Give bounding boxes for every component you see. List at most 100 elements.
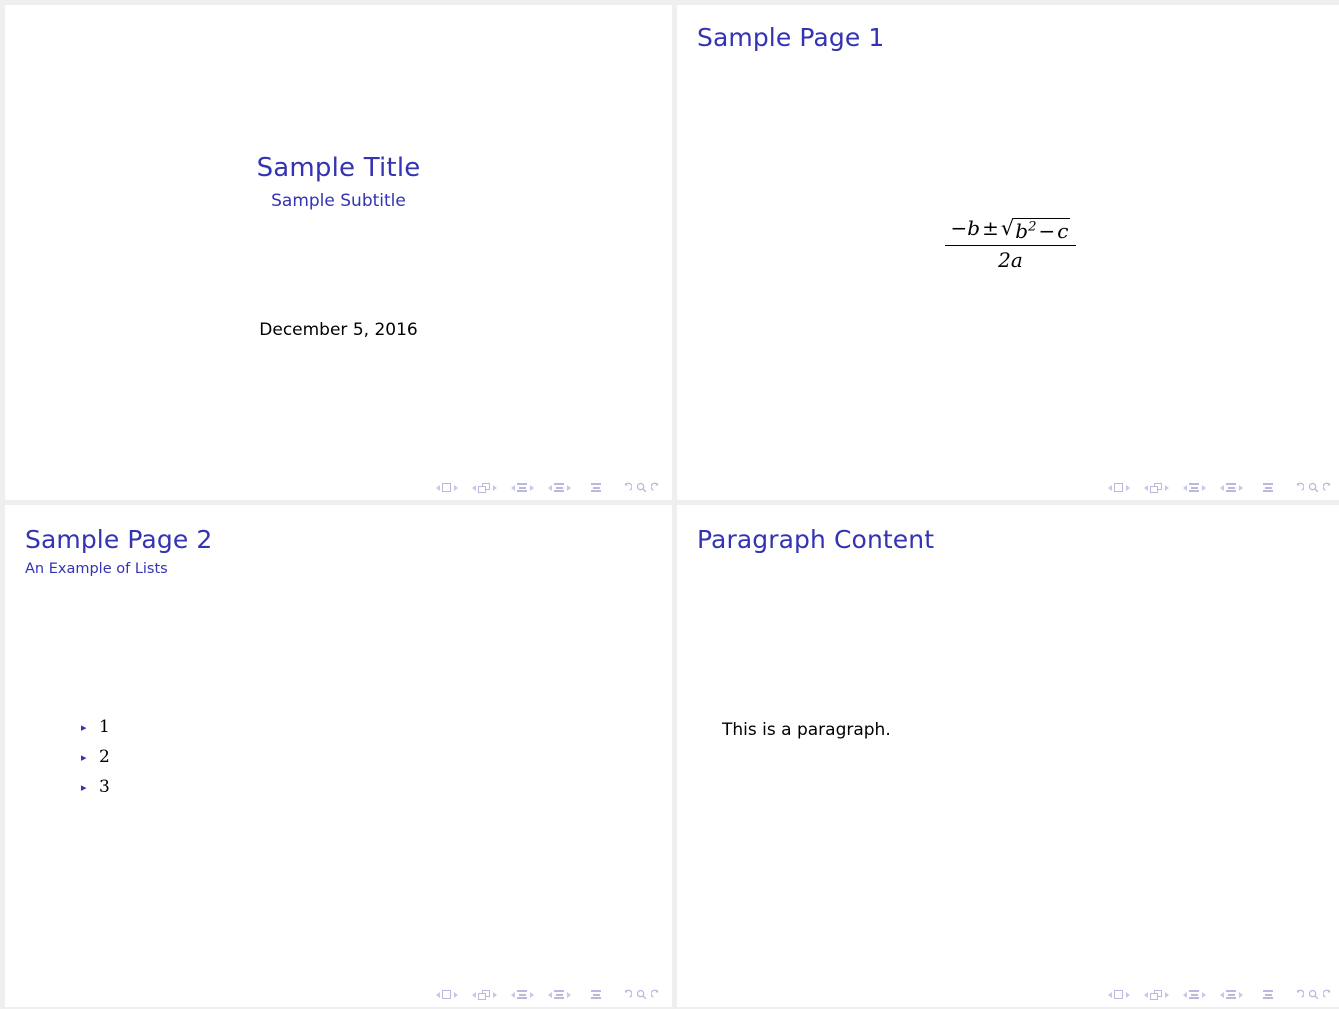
next-subsection-icon[interactable] bbox=[1201, 484, 1206, 491]
next-slide-icon[interactable] bbox=[1164, 484, 1169, 491]
next-slide-icon[interactable] bbox=[492, 991, 497, 998]
nav-group-presentation[interactable] bbox=[1263, 483, 1273, 492]
next-slide-icon[interactable] bbox=[1164, 991, 1169, 998]
presentation-bars-icon[interactable] bbox=[1263, 990, 1273, 999]
slide-sample-page-2[interactable]: Sample Page 2 An Example of Lists ▸ 1 ▸ … bbox=[5, 505, 672, 1007]
next-frame-icon[interactable] bbox=[1125, 991, 1130, 998]
list-item[interactable]: ▸ 3 bbox=[81, 772, 110, 802]
bars-icon[interactable] bbox=[1226, 990, 1236, 999]
next-frame-icon[interactable] bbox=[453, 484, 458, 491]
nav-group-frame[interactable] bbox=[433, 483, 460, 492]
forward-icon[interactable] bbox=[1323, 482, 1334, 493]
slide-paragraph-content[interactable]: Paragraph Content This is a paragraph. bbox=[677, 505, 1339, 1007]
prev-subsection-icon[interactable] bbox=[1182, 484, 1187, 491]
next-subsection-icon[interactable] bbox=[1201, 991, 1206, 998]
next-slide-icon[interactable] bbox=[492, 484, 497, 491]
square-icon[interactable] bbox=[442, 483, 451, 492]
search-icon[interactable] bbox=[636, 482, 647, 493]
nav-group-section[interactable] bbox=[1217, 990, 1245, 999]
forward-icon[interactable] bbox=[1323, 989, 1334, 1000]
nav-group-subsection[interactable] bbox=[1180, 483, 1208, 492]
prev-slide-icon[interactable] bbox=[471, 484, 476, 491]
presentation-bars-icon[interactable] bbox=[1263, 483, 1273, 492]
presentation-bars-icon[interactable] bbox=[591, 990, 601, 999]
slide-title-page[interactable]: Sample Title Sample Subtitle December 5,… bbox=[5, 5, 672, 500]
nav-group-subsection[interactable] bbox=[508, 990, 536, 999]
back-icon[interactable] bbox=[1293, 989, 1304, 1000]
nav-group-subsection[interactable] bbox=[1180, 990, 1208, 999]
stacked-pages-icon[interactable] bbox=[478, 989, 490, 1000]
nav-group-slide[interactable] bbox=[1141, 482, 1171, 493]
stacked-pages-icon[interactable] bbox=[1150, 989, 1162, 1000]
prev-frame-icon[interactable] bbox=[1107, 484, 1112, 491]
forward-icon[interactable] bbox=[651, 989, 662, 1000]
prev-subsection-icon[interactable] bbox=[1182, 991, 1187, 998]
list-item[interactable]: ▸ 2 bbox=[81, 742, 110, 772]
nav-group-section[interactable] bbox=[1217, 483, 1245, 492]
slide-sample-page-1[interactable]: Sample Page 1 −b ± √ b2− c 2a bbox=[677, 5, 1339, 500]
next-subsection-icon[interactable] bbox=[529, 484, 534, 491]
presentation-bars-icon[interactable] bbox=[591, 483, 601, 492]
next-subsection-icon[interactable] bbox=[529, 991, 534, 998]
prev-slide-icon[interactable] bbox=[1143, 991, 1148, 998]
bars-icon[interactable] bbox=[554, 990, 564, 999]
bars-icon[interactable] bbox=[517, 483, 527, 492]
forward-icon[interactable] bbox=[651, 482, 662, 493]
beamer-navigation-bar[interactable] bbox=[433, 482, 664, 493]
nav-group-subsection[interactable] bbox=[508, 483, 536, 492]
stacked-pages-icon[interactable] bbox=[478, 482, 490, 493]
bars-icon[interactable] bbox=[1226, 483, 1236, 492]
nav-group-frame[interactable] bbox=[1105, 990, 1132, 999]
bars-icon[interactable] bbox=[1189, 990, 1199, 999]
prev-subsection-icon[interactable] bbox=[510, 991, 515, 998]
nav-group-frame[interactable] bbox=[1105, 483, 1132, 492]
back-icon[interactable] bbox=[1293, 482, 1304, 493]
nav-group-section[interactable] bbox=[545, 990, 573, 999]
bars-icon[interactable] bbox=[1189, 483, 1199, 492]
nav-group-history[interactable] bbox=[1291, 989, 1336, 1000]
nav-group-slide[interactable] bbox=[469, 482, 499, 493]
nav-group-history[interactable] bbox=[619, 482, 664, 493]
square-icon[interactable] bbox=[442, 990, 451, 999]
prev-section-icon[interactable] bbox=[1219, 991, 1224, 998]
prev-slide-icon[interactable] bbox=[471, 991, 476, 998]
search-icon[interactable] bbox=[1308, 482, 1319, 493]
prev-section-icon[interactable] bbox=[547, 484, 552, 491]
prev-slide-icon[interactable] bbox=[1143, 484, 1148, 491]
nav-group-presentation[interactable] bbox=[1263, 990, 1273, 999]
beamer-navigation-bar[interactable] bbox=[1105, 989, 1336, 1000]
prev-section-icon[interactable] bbox=[1219, 484, 1224, 491]
nav-group-presentation[interactable] bbox=[591, 483, 601, 492]
prev-subsection-icon[interactable] bbox=[510, 484, 515, 491]
beamer-navigation-bar[interactable] bbox=[433, 989, 664, 1000]
nav-group-history[interactable] bbox=[1291, 482, 1336, 493]
bars-icon[interactable] bbox=[554, 483, 564, 492]
next-section-icon[interactable] bbox=[1238, 484, 1243, 491]
nav-group-presentation[interactable] bbox=[591, 990, 601, 999]
search-icon[interactable] bbox=[636, 989, 647, 1000]
next-section-icon[interactable] bbox=[566, 484, 571, 491]
stacked-pages-icon[interactable] bbox=[1150, 482, 1162, 493]
list-item[interactable]: ▸ 1 bbox=[81, 712, 110, 742]
bars-icon[interactable] bbox=[517, 990, 527, 999]
prev-frame-icon[interactable] bbox=[1107, 991, 1112, 998]
nav-group-frame[interactable] bbox=[433, 990, 460, 999]
next-frame-icon[interactable] bbox=[1125, 484, 1130, 491]
next-section-icon[interactable] bbox=[1238, 991, 1243, 998]
nav-group-slide[interactable] bbox=[469, 989, 499, 1000]
next-section-icon[interactable] bbox=[566, 991, 571, 998]
square-icon[interactable] bbox=[1114, 483, 1123, 492]
prev-frame-icon[interactable] bbox=[435, 484, 440, 491]
nav-group-section[interactable] bbox=[545, 483, 573, 492]
prev-section-icon[interactable] bbox=[547, 991, 552, 998]
nav-group-history[interactable] bbox=[619, 989, 664, 1000]
prev-frame-icon[interactable] bbox=[435, 991, 440, 998]
search-icon[interactable] bbox=[1308, 989, 1319, 1000]
nav-group-slide[interactable] bbox=[1141, 989, 1171, 1000]
back-icon[interactable] bbox=[621, 989, 632, 1000]
next-frame-icon[interactable] bbox=[453, 991, 458, 998]
back-icon[interactable] bbox=[621, 482, 632, 493]
beamer-navigation-bar[interactable] bbox=[1105, 482, 1336, 493]
square-icon[interactable] bbox=[1114, 990, 1123, 999]
fraction-numerator: −b ± √ b2− c bbox=[945, 217, 1077, 245]
